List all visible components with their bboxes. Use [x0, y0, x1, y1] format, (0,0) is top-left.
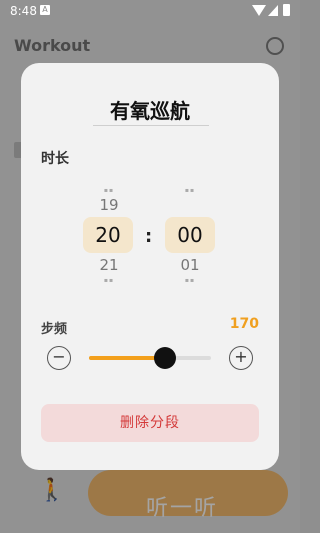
app-notification-icon: A: [40, 5, 50, 15]
cadence-slider[interactable]: [89, 347, 211, 369]
duration-label: 时长: [41, 151, 69, 167]
hours-selected[interactable]: 20: [83, 217, 133, 253]
segment-edit-dialog: 有氧巡航 时长 ▪▪ 19 20 21 ▪▪ : ▪▪ 59 00 01 ▪▪ …: [21, 63, 279, 470]
hours-prev[interactable]: 19: [85, 196, 133, 214]
time-separator: :: [145, 226, 153, 247]
dialog-title[interactable]: 有氧巡航: [21, 95, 279, 124]
plus-icon: +: [234, 347, 248, 366]
cadence-slider-thumb[interactable]: [153, 347, 176, 369]
signal-icon: [268, 5, 278, 16]
cadence-value: 170: [229, 316, 259, 332]
increase-cadence-button[interactable]: +: [229, 346, 253, 370]
hours-next[interactable]: 21: [85, 256, 133, 274]
minutes-wheel-fade-top: ▪▪: [184, 187, 196, 194]
status-time: 8:48: [10, 4, 37, 18]
minus-icon: −: [52, 347, 66, 366]
minutes-next[interactable]: 01: [166, 256, 214, 274]
hours-wheel-fade-bottom: ▪▪: [103, 277, 115, 284]
hours-wheel-fade-top: ▪▪: [103, 187, 115, 194]
status-bar: 8:48 A: [0, 0, 300, 22]
wifi-icon: [252, 5, 266, 16]
decrease-cadence-button[interactable]: −: [47, 346, 71, 370]
delete-segment-button[interactable]: 删除分段: [41, 404, 259, 442]
cadence-label: 步频: [41, 322, 68, 337]
minutes-selected[interactable]: 00: [165, 217, 215, 253]
minutes-wheel-fade-bottom: ▪▪: [184, 277, 196, 284]
title-underline: [93, 125, 209, 126]
battery-icon: [283, 4, 290, 16]
